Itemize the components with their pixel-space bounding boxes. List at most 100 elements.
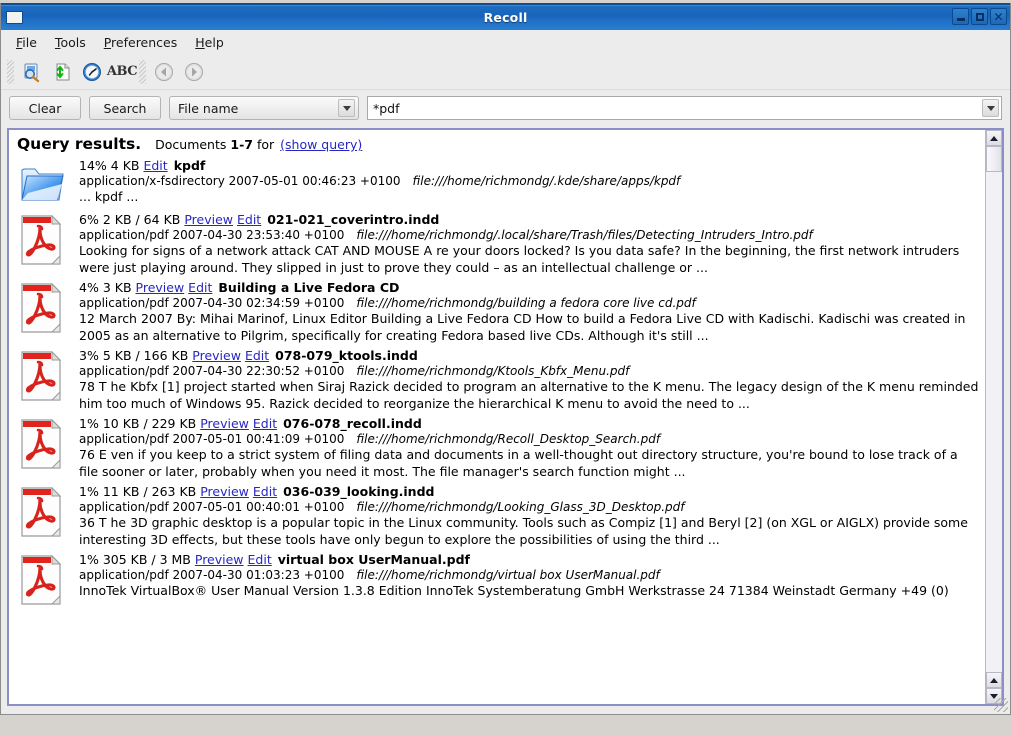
menu-file-rest: ile (22, 34, 37, 50)
menu-file[interactable]: File (7, 32, 46, 53)
result-preview-link[interactable]: Preview (200, 416, 249, 431)
scroll-up-button[interactable] (986, 130, 1002, 146)
result-rows: 14% 4 KB Edit kpdf application/x-fsdirecto… (15, 157, 979, 613)
result-item[interactable]: 14% 4 KB Edit kpdf application/x-fsdirecto… (15, 157, 979, 211)
result-item[interactable]: 6% 2 KB / 64 KB Preview Edit 021-021_cove… (15, 211, 979, 279)
close-icon: ✕ (993, 9, 1004, 24)
result-date: 2007-04-30 22:30:52 +0100 (172, 364, 345, 378)
result-edit-link[interactable]: Edit (188, 280, 212, 295)
back-arrow-icon[interactable] (149, 57, 179, 87)
result-body: 4% 3 KB Preview Edit Building a Live Fedo… (79, 280, 979, 344)
result-title[interactable]: 076-078_recoll.indd (283, 416, 422, 431)
forward-arrow-icon[interactable] (179, 57, 209, 87)
scroll-up-button-2[interactable] (986, 672, 1002, 688)
result-title[interactable]: 078-079_ktools.indd (275, 348, 418, 363)
result-preview-link[interactable]: Preview (195, 552, 244, 567)
result-percent: 1% (79, 416, 99, 431)
result-url[interactable]: file:///home/richmondg/.kde/share/apps/k… (413, 174, 681, 188)
search-button[interactable]: Search (89, 96, 161, 120)
result-mime: application/pdf (79, 568, 169, 582)
menu-help[interactable]: Help (186, 32, 233, 53)
result-edit-link[interactable]: Edit (248, 552, 272, 567)
result-title[interactable]: Building a Live Fedora CD (218, 280, 399, 295)
results-list: Query results. Documents 1-7 for (show q… (9, 130, 985, 704)
result-title[interactable]: 021-021_coverintro.indd (267, 212, 439, 227)
menu-tools[interactable]: Tools (46, 32, 95, 53)
result-item[interactable]: 3% 5 KB / 166 KB Preview Edit 078-079_kto… (15, 347, 979, 415)
search-mode-select[interactable]: File name (169, 96, 359, 120)
toolbar-grip-2[interactable] (139, 59, 146, 84)
tool-bar: ABC (1, 54, 1010, 90)
result-url[interactable]: file:///home/richmondg/Ktools_Kbfx_Menu.… (356, 364, 629, 378)
result-edit-link[interactable]: Edit (245, 348, 269, 363)
documents-label: Documents (155, 137, 227, 152)
resize-grip[interactable] (994, 698, 1008, 712)
minimize-button[interactable] (952, 8, 969, 25)
search-history-chevron-icon[interactable] (982, 99, 999, 117)
update-index-icon[interactable] (17, 57, 47, 87)
result-body: 3% 5 KB / 166 KB Preview Edit 078-079_kto… (79, 348, 979, 412)
result-item[interactable]: 4% 3 KB Preview Edit Building a Live Fedo… (15, 279, 979, 347)
result-body: 6% 2 KB / 64 KB Preview Edit 021-021_cove… (79, 212, 979, 276)
search-input[interactable]: *pdf (367, 96, 1002, 120)
result-body: 1% 11 KB / 263 KB Preview Edit 036-039_lo… (79, 484, 979, 548)
result-edit-link[interactable]: Edit (253, 484, 277, 499)
result-item[interactable]: 1% 305 KB / 3 MB Preview Edit virtual box… (15, 551, 979, 613)
maximize-button[interactable] (971, 8, 988, 25)
result-body: 1% 10 KB / 229 KB Preview Edit 076-078_re… (79, 416, 979, 480)
pdf-icon (15, 484, 71, 542)
document-icon[interactable] (47, 57, 77, 87)
result-title[interactable]: 036-039_looking.indd (283, 484, 434, 499)
result-date: 2007-05-01 00:40:01 +0100 (172, 500, 345, 514)
result-line-details: application/pdf 2007-04-30 01:03:23 +010… (79, 568, 979, 582)
result-edit-link[interactable]: Edit (253, 416, 277, 431)
result-preview-link[interactable]: Preview (136, 280, 185, 295)
result-percent: 6% (79, 212, 99, 227)
close-button[interactable]: ✕ (990, 8, 1007, 25)
pdf-icon-svg (21, 418, 62, 469)
result-line-details: application/pdf 2007-05-01 00:41:09 +010… (79, 432, 979, 446)
result-url[interactable]: file:///home/richmondg/virtual box UserM… (356, 568, 659, 582)
result-date: 2007-04-30 01:03:23 +0100 (172, 568, 345, 582)
result-mime: application/pdf (79, 500, 169, 514)
result-snippet: 36 T he 3D graphic desktop is a popular … (79, 515, 968, 547)
result-size: 4 KB (110, 158, 140, 173)
result-item[interactable]: 1% 11 KB / 263 KB Preview Edit 036-039_lo… (15, 483, 979, 551)
result-preview-link[interactable]: Preview (184, 212, 233, 227)
pdf-icon-svg (21, 350, 62, 401)
result-url[interactable]: file:///home/richmondg/.local/share/Tras… (356, 228, 812, 242)
clear-button[interactable]: Clear (9, 96, 81, 120)
result-url[interactable]: file:///home/richmondg/Recoll_Desktop_Se… (356, 432, 660, 446)
results-title: Query results. (17, 135, 142, 153)
result-preview-link[interactable]: Preview (192, 348, 241, 363)
result-percent: 1% (79, 484, 99, 499)
result-title[interactable]: kpdf (174, 158, 206, 173)
result-preview-link[interactable]: Preview (200, 484, 249, 499)
result-item[interactable]: 1% 10 KB / 229 KB Preview Edit 076-078_re… (15, 415, 979, 483)
result-size: 10 KB / 229 KB (102, 416, 197, 431)
show-query-link[interactable]: (show query) (280, 137, 362, 152)
result-title[interactable]: virtual box UserManual.pdf (278, 552, 470, 567)
results-scrollbar[interactable] (985, 130, 1002, 704)
result-line-meta: 1% 11 KB / 263 KB Preview Edit 036-039_lo… (79, 484, 979, 499)
abc-spelling-icon[interactable]: ABC (107, 57, 138, 87)
query-history-icon[interactable] (77, 57, 107, 87)
scrollbar-thumb[interactable] (986, 146, 1002, 172)
result-url[interactable]: file:///home/richmondg/building a fedora… (356, 296, 695, 310)
toolbar-grip-1[interactable] (7, 59, 14, 84)
search-bar: Clear Search File name *pdf (1, 90, 1010, 126)
menu-preferences[interactable]: Preferences (95, 32, 187, 53)
scrollbar-track[interactable] (986, 172, 1002, 672)
result-url[interactable]: file:///home/richmondg/Looking_Glass_3D_… (356, 500, 684, 514)
chevron-down-icon[interactable] (338, 99, 355, 117)
folder-icon (15, 158, 71, 208)
result-mime: application/pdf (79, 228, 169, 242)
result-date: 2007-04-30 23:53:40 +0100 (172, 228, 345, 242)
result-percent: 14% (79, 158, 107, 173)
result-line-meta: 3% 5 KB / 166 KB Preview Edit 078-079_kto… (79, 348, 979, 363)
result-edit-link[interactable]: Edit (237, 212, 261, 227)
result-snippet: 76 E ven if you keep to a strict system … (79, 447, 958, 479)
result-mime: application/x-fsdirectory (79, 174, 225, 188)
menu-bar: File Tools Preferences Help (1, 30, 1010, 54)
result-edit-link[interactable]: Edit (143, 158, 167, 173)
